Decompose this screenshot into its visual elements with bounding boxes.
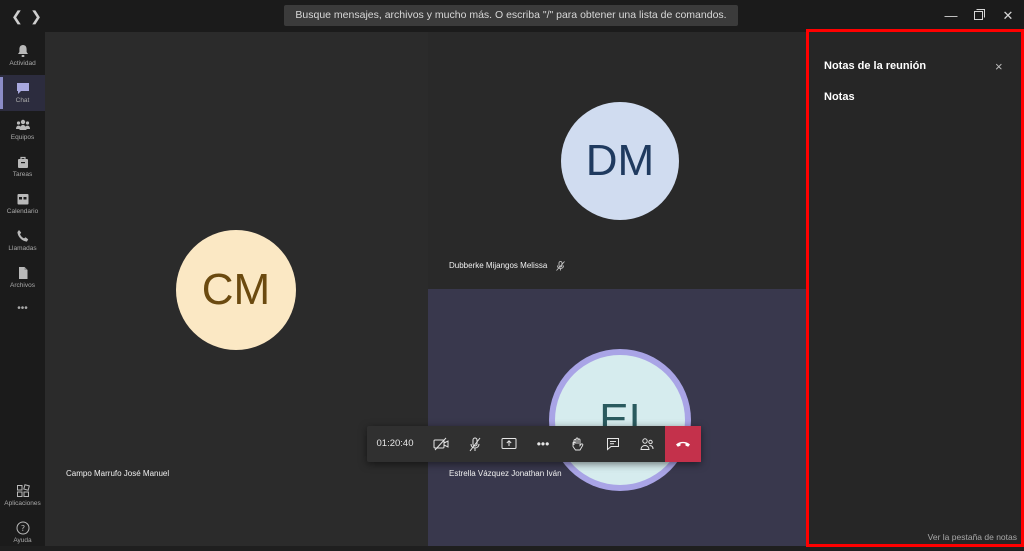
avatar: DM	[561, 102, 679, 220]
rail-label: Tareas	[12, 171, 33, 178]
more-actions-button[interactable]: •••	[526, 426, 560, 462]
participant-name: Estrella Vázquez Jonathan Iván	[449, 469, 562, 478]
rail-label: Equipos	[10, 134, 35, 141]
rail-item-calendario[interactable]: Calendario	[0, 186, 45, 222]
hang-up-icon	[676, 441, 690, 447]
call-timer: 01:20:40	[376, 438, 414, 449]
file-icon	[18, 267, 27, 279]
rail-item-archivos[interactable]: Archivos	[0, 260, 45, 296]
camera-off-icon	[433, 437, 449, 451]
share-screen-button[interactable]	[492, 426, 526, 462]
meeting-stage: CM Campo Marrufo José Manuel DM Dubberke…	[45, 32, 806, 546]
rail-item-tareas[interactable]: Tareas	[0, 149, 45, 185]
rail-label: Aplicaciones	[4, 500, 41, 507]
participant-tile-speaking[interactable]: EI Estrella Vázquez Jonathan Iván	[428, 289, 806, 546]
raise-hand-button[interactable]	[560, 426, 594, 462]
participant-tile[interactable]: DM Dubberke Mijangos Melissa	[428, 32, 806, 289]
rail-label: Archivos	[10, 282, 35, 289]
apps-icon	[16, 484, 30, 497]
view-notes-tab-link[interactable]: Ver la pestaña de notas	[928, 532, 1017, 542]
rail-label: Ayuda	[13, 537, 32, 544]
app-rail: Actividad Chat Equipos Tareas Calendario…	[0, 32, 45, 546]
help-icon: ?	[16, 521, 29, 535]
mic-toggle-button[interactable]	[458, 426, 492, 462]
bag-icon	[17, 156, 28, 168]
notes-heading: Notas	[824, 91, 855, 103]
rail-item-actividad[interactable]: Actividad	[0, 38, 45, 74]
rail-item-aplicaciones[interactable]: Aplicaciones	[0, 478, 45, 514]
avatar: EI	[555, 355, 685, 485]
calendar-icon	[17, 194, 28, 205]
hand-icon	[572, 437, 584, 450]
rail-label: Chat	[15, 97, 30, 104]
close-panel-button[interactable]: ×	[995, 59, 1003, 74]
rail-label: Llamadas	[8, 245, 37, 252]
search-input[interactable]: Busque mensajes, archivos y mucho más. O…	[284, 5, 738, 26]
phone-icon	[16, 230, 28, 242]
chat-button[interactable]	[596, 426, 630, 462]
chat-icon	[607, 438, 619, 451]
participants-icon	[640, 438, 654, 450]
teams-icon	[15, 119, 30, 130]
participant-name: Dubberke Mijangos Melissa	[449, 261, 548, 271]
chevron-right-icon[interactable]: ❯	[28, 8, 44, 24]
avatar: CM	[176, 230, 296, 350]
rail-label: Actividad	[9, 60, 36, 67]
participant-name: Campo Marrufo José Manuel	[66, 469, 170, 478]
svg-text:?: ?	[20, 524, 24, 533]
mic-off-icon	[469, 437, 481, 451]
rail-item-equipos[interactable]: Equipos	[0, 112, 45, 148]
rail-label: Calendario	[6, 208, 39, 215]
bell-icon	[17, 45, 28, 57]
title-bar: ❮ ❯ Busque mensajes, archivos y mucho má…	[0, 0, 1024, 32]
panel-title: Notas de la reunión	[824, 60, 927, 72]
rail-item-chat[interactable]: Chat	[0, 75, 45, 111]
more-apps-button[interactable]: •••	[0, 300, 45, 318]
mic-off-icon	[555, 261, 565, 271]
meeting-notes-panel: Notas de la reunión × Notas Ver la pesta…	[806, 29, 1024, 547]
participants-button[interactable]	[630, 426, 664, 462]
close-icon[interactable]: ✕	[1000, 8, 1016, 24]
minimize-icon[interactable]: —	[943, 8, 959, 24]
restore-icon[interactable]	[971, 8, 987, 24]
participant-tile[interactable]: CM Campo Marrufo José Manuel	[45, 32, 428, 546]
chevron-left-icon[interactable]: ❮	[9, 8, 25, 24]
camera-toggle-button[interactable]	[424, 426, 458, 462]
share-screen-icon	[501, 438, 517, 449]
hang-up-button[interactable]	[665, 426, 701, 462]
rail-item-llamadas[interactable]: Llamadas	[0, 223, 45, 259]
call-controls: 01:20:40 •••	[367, 426, 701, 462]
chat-icon	[16, 83, 29, 94]
participant-name-row: Dubberke Mijangos Melissa	[449, 261, 565, 271]
